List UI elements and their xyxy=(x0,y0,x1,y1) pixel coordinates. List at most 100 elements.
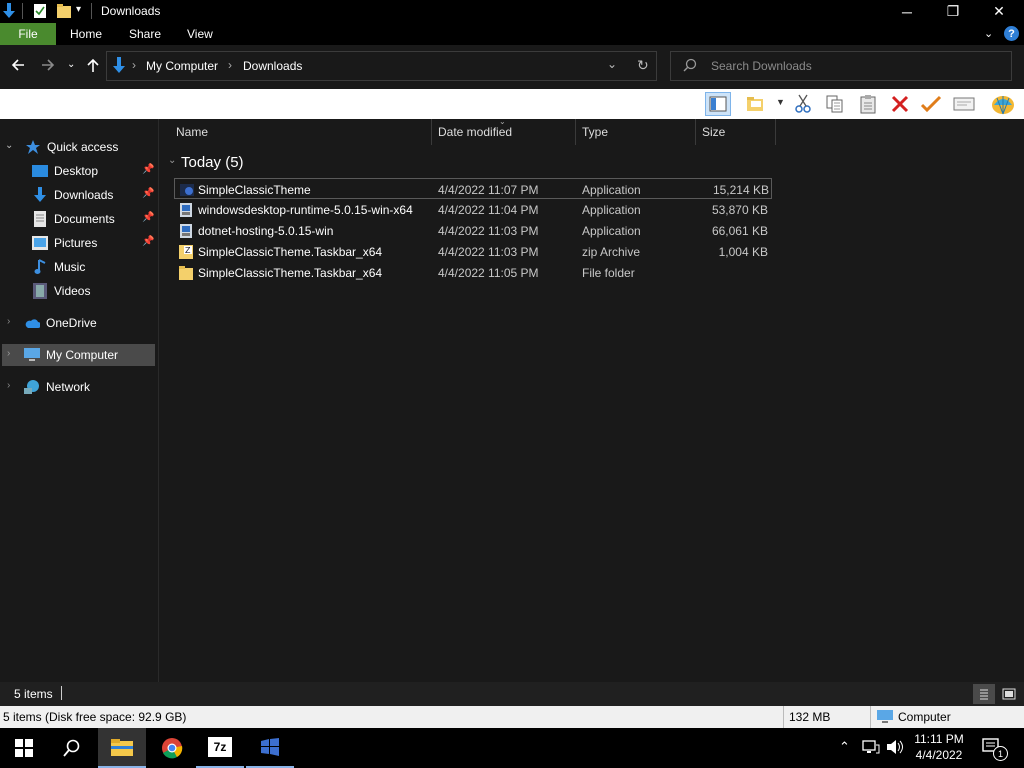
up-button[interactable] xyxy=(85,57,101,76)
simple-classic-theme-taskbar-button[interactable] xyxy=(246,728,294,768)
column-label: Name xyxy=(176,125,209,139)
forward-button[interactable] xyxy=(40,57,56,76)
network-icon[interactable] xyxy=(862,739,880,758)
help-icon[interactable]: ? xyxy=(1004,26,1019,41)
nav-quick-access[interactable]: Quick access xyxy=(25,136,118,158)
file-row[interactable]: windowsdesktop-runtime-5.0.15-win-x64 4/… xyxy=(174,199,772,220)
expand-network-icon[interactable]: › xyxy=(7,380,10,391)
desktop-icon xyxy=(32,163,48,179)
nav-label: Music xyxy=(54,260,86,274)
chrome-taskbar-button[interactable] xyxy=(148,728,196,768)
start-button[interactable] xyxy=(0,728,48,768)
nav-onedrive[interactable]: OneDrive xyxy=(24,312,97,334)
file-type: File folder xyxy=(582,265,635,280)
refresh-icon[interactable]: ↻ xyxy=(637,57,649,74)
document-icon xyxy=(32,211,48,227)
7zip-taskbar-button[interactable]: 7z xyxy=(196,728,244,768)
file-row[interactable]: Z SimpleClassicTheme.Taskbar_x64 4/4/202… xyxy=(174,241,772,262)
copy-button[interactable] xyxy=(822,92,848,116)
file-name: windowsdesktop-runtime-5.0.15-win-x64 xyxy=(198,202,413,217)
shell-button[interactable] xyxy=(990,92,1016,116)
paste-button[interactable] xyxy=(855,92,881,116)
address-bar[interactable]: › My Computer › Downloads ⌄ ↻ xyxy=(106,51,657,81)
column-label: Type xyxy=(582,125,609,139)
nav-label: Network xyxy=(46,380,91,394)
breadcrumb-separator: › xyxy=(132,58,136,72)
search-box[interactable]: Search Downloads xyxy=(670,51,1012,81)
preview-pane-button[interactable] xyxy=(705,92,731,116)
delete-button[interactable] xyxy=(887,92,913,116)
nav-documents[interactable]: Documents xyxy=(32,208,115,230)
large-icons-view-button[interactable] xyxy=(998,684,1020,704)
tab-home[interactable]: Home xyxy=(70,23,102,45)
file-size: 53,870 KB xyxy=(711,202,768,217)
nav-videos[interactable]: Videos xyxy=(32,280,90,302)
rename-button[interactable] xyxy=(918,92,944,116)
properties-icon[interactable] xyxy=(33,3,47,22)
address-dropdown-icon[interactable]: ⌄ xyxy=(607,57,617,71)
nav-network[interactable]: Network xyxy=(24,376,90,398)
chrome-icon xyxy=(162,738,183,759)
ribbon-expand-icon[interactable]: ⌄ xyxy=(984,27,993,40)
file-row[interactable]: SimpleClassicTheme 4/4/2022 11:07 PM App… xyxy=(174,178,772,199)
file-size: 15,214 KB xyxy=(712,182,769,197)
clipboard-icon xyxy=(860,95,876,114)
file-row[interactable]: dotnet-hosting-5.0.15-win 4/4/2022 11:03… xyxy=(174,220,772,241)
divider xyxy=(870,706,871,728)
volume-icon[interactable] xyxy=(886,739,904,758)
group-header[interactable]: Today (5) xyxy=(181,154,244,171)
close-button[interactable]: ✕ xyxy=(976,0,1022,23)
expand-quick-access-icon[interactable]: ⌄ xyxy=(5,140,13,151)
new-folder-icon[interactable] xyxy=(57,4,71,21)
action-center-button[interactable]: 1 xyxy=(982,737,1008,761)
quick-access-dropdown-icon[interactable]: ▾ xyxy=(76,4,81,15)
download-arrow-icon xyxy=(2,3,16,22)
file-type: Application xyxy=(582,223,641,238)
svg-text:Z: Z xyxy=(185,246,191,255)
nav-my-computer[interactable]: My Computer xyxy=(24,344,118,366)
minimize-button[interactable]: ─ xyxy=(884,0,930,23)
column-header-name[interactable]: Name xyxy=(170,119,432,145)
group-collapse-icon[interactable]: ⌄ xyxy=(168,155,176,166)
breadcrumb-my-computer[interactable]: My Computer xyxy=(146,59,218,73)
clock-time: 11:11 PM xyxy=(914,732,964,746)
clock[interactable]: 11:11 PM 4/4/2022 xyxy=(910,731,968,763)
network-globe-icon xyxy=(24,379,40,395)
tab-view[interactable]: View xyxy=(187,23,213,45)
details-view-button[interactable] xyxy=(973,684,995,704)
file-row[interactable]: SimpleClassicTheme.Taskbar_x64 4/4/2022 … xyxy=(174,262,772,283)
column-header-type[interactable]: Type xyxy=(576,119,696,145)
maximize-button[interactable]: ❐ xyxy=(930,0,976,23)
folder-options-button[interactable] xyxy=(743,92,769,116)
file-explorer-taskbar-button[interactable] xyxy=(98,728,146,768)
back-arrow-icon xyxy=(11,59,24,71)
scissors-icon xyxy=(795,94,811,113)
cut-button[interactable] xyxy=(790,92,816,116)
nav-label: Documents xyxy=(54,212,115,226)
expand-my-computer-icon[interactable]: › xyxy=(7,348,10,359)
installer-icon xyxy=(178,199,194,220)
nav-label: OneDrive xyxy=(46,316,97,330)
file-size: 66,061 KB xyxy=(711,223,768,238)
expand-onedrive-icon[interactable]: › xyxy=(7,316,10,327)
file-name: SimpleClassicTheme.Taskbar_x64 xyxy=(198,244,383,259)
nav-pictures[interactable]: Pictures xyxy=(32,232,97,254)
back-button[interactable] xyxy=(10,57,26,76)
nav-music[interactable]: Music xyxy=(32,256,85,278)
options-dropdown-icon[interactable]: ▼ xyxy=(776,97,785,107)
show-hidden-icons-button[interactable]: ⌃ xyxy=(839,739,850,755)
nav-desktop[interactable]: Desktop xyxy=(32,160,98,182)
breadcrumb-downloads[interactable]: Downloads xyxy=(243,59,302,73)
delete-x-icon xyxy=(891,95,909,113)
properties-button[interactable] xyxy=(951,92,977,116)
file-type: Application xyxy=(582,182,641,197)
pin-icon: 📌 xyxy=(142,188,155,199)
tab-share[interactable]: Share xyxy=(129,23,161,45)
search-button[interactable] xyxy=(48,728,96,768)
column-header-size[interactable]: Size xyxy=(696,119,776,145)
details-view-icon xyxy=(980,689,988,700)
recent-locations-dropdown[interactable]: ⌄ xyxy=(67,59,75,70)
nav-downloads[interactable]: Downloads xyxy=(32,184,113,206)
maximize-icon: ❐ xyxy=(946,3,960,19)
tab-file[interactable]: File xyxy=(0,23,56,45)
